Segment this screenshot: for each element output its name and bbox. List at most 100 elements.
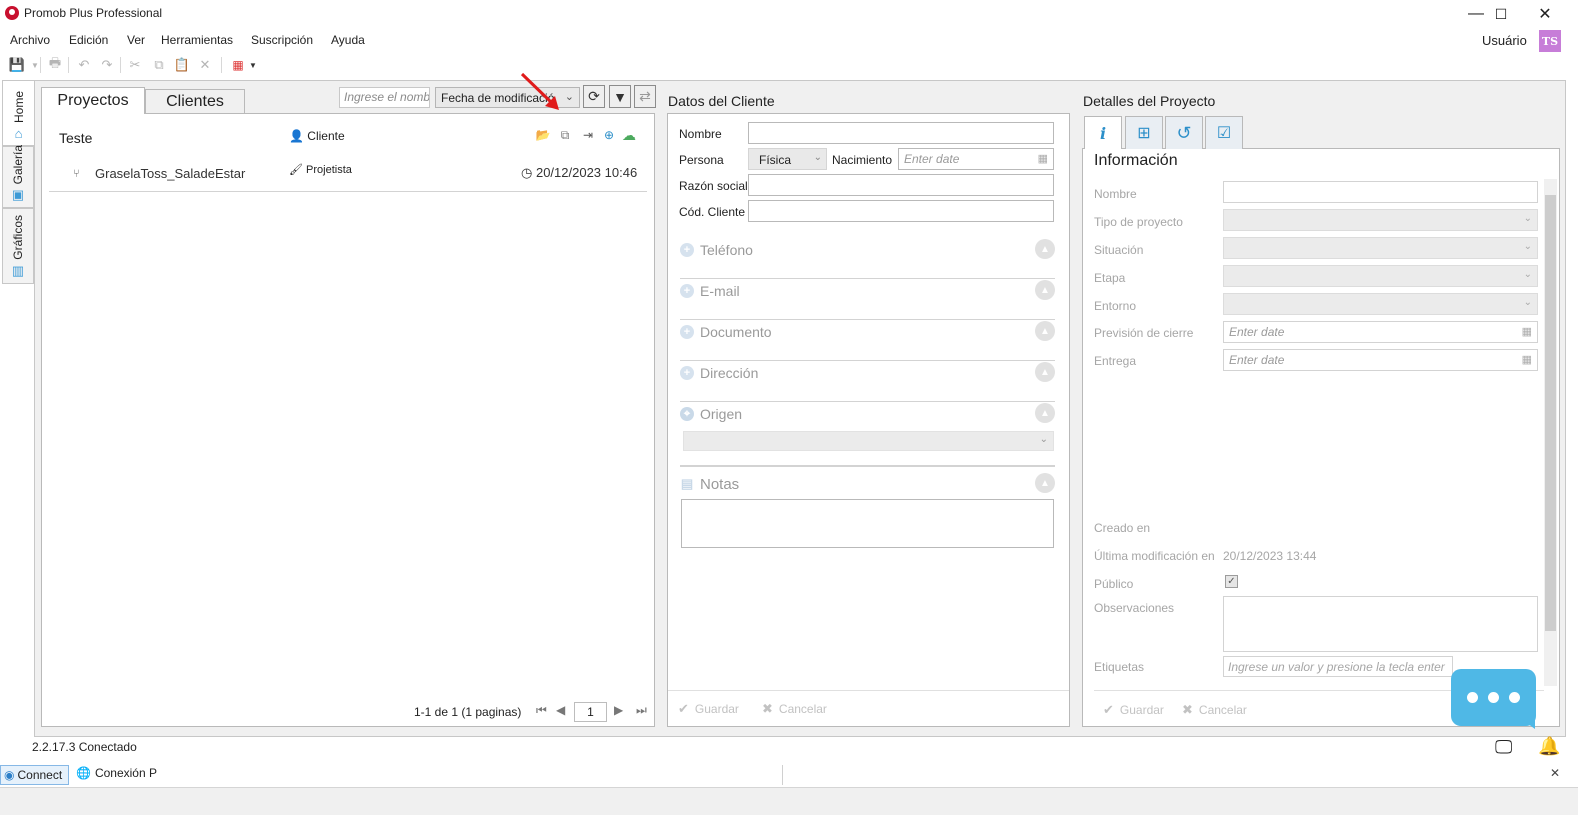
menu-edicion[interactable]: Edición bbox=[69, 33, 108, 47]
section-email[interactable]: + E-mail ▲ bbox=[680, 280, 1055, 320]
bottom-tab-bar bbox=[0, 763, 1578, 785]
section-telefono[interactable]: + Teléfono ▲ bbox=[680, 239, 1055, 279]
close-window-button[interactable]: ✕ bbox=[1522, 0, 1568, 28]
menu-suscripcion[interactable]: Suscripción bbox=[251, 33, 313, 47]
app-logo-icon bbox=[5, 6, 19, 20]
paste-icon[interactable]: 📋 bbox=[173, 56, 191, 74]
check-icon: ✔ bbox=[678, 701, 689, 716]
modified-value: 20/12/2023 13:44 bbox=[1223, 549, 1317, 563]
monitor-icon[interactable]: 🖵 bbox=[1495, 737, 1512, 758]
environment-select[interactable]: ⌄ bbox=[1223, 293, 1538, 315]
client-save-button[interactable]: ✔ Guardar bbox=[678, 701, 739, 717]
calendar-icon[interactable]: ▦ bbox=[1038, 152, 1048, 165]
collapse-icon[interactable]: ▲ bbox=[1035, 280, 1055, 300]
add-icon[interactable]: + bbox=[680, 243, 694, 257]
maximize-button[interactable]: ☐ bbox=[1478, 0, 1524, 28]
sidebar-tab-galeria[interactable]: Galería ▣ bbox=[2, 145, 34, 208]
swap-button[interactable]: ⇄ bbox=[634, 85, 656, 108]
print-icon[interactable]: 🖶 bbox=[46, 55, 64, 74]
origen-select[interactable]: ⌄ bbox=[683, 431, 1054, 451]
client-name-input[interactable] bbox=[748, 122, 1054, 144]
cloud-icon[interactable]: ☁ bbox=[621, 127, 637, 143]
side-tabs: Home ⌂ Galería ▣ Gráficos ▥ bbox=[0, 80, 34, 740]
tab-checklist[interactable]: ☑ bbox=[1205, 116, 1243, 149]
section-notas-title: Notas bbox=[700, 476, 740, 493]
export-icon[interactable]: ⇥ bbox=[580, 127, 596, 143]
menu-herramientas[interactable]: Herramientas bbox=[161, 33, 233, 47]
tags-input[interactable]: Ingrese un valor y presione la tecla ent… bbox=[1223, 656, 1453, 677]
add-icon[interactable]: + bbox=[680, 366, 694, 380]
delivery-input[interactable]: Enter date ▦ bbox=[1223, 349, 1538, 371]
open-folder-icon[interactable]: 📂 bbox=[535, 127, 551, 143]
section-documento[interactable]: + Documento ▲ bbox=[680, 321, 1055, 361]
status-select[interactable]: ⌄ bbox=[1223, 237, 1538, 259]
tab-info[interactable]: i bbox=[1084, 116, 1122, 149]
collapse-icon[interactable]: ▲ bbox=[1035, 321, 1055, 341]
subproject-name[interactable]: GraselaToss_SaladeEstar bbox=[95, 166, 245, 181]
prev-page-icon[interactable]: ◀ bbox=[556, 703, 565, 717]
duplicate-icon[interactable]: ⧉ bbox=[557, 127, 573, 143]
delete-icon[interactable]: ✕ bbox=[196, 56, 214, 74]
menu-ayuda[interactable]: Ayuda bbox=[331, 33, 365, 47]
project-type-select[interactable]: ⌄ bbox=[1223, 209, 1538, 231]
palette-dropdown-icon[interactable]: ▼ bbox=[244, 56, 262, 74]
calendar-icon[interactable]: ▦ bbox=[1522, 325, 1532, 338]
details-save-button[interactable]: ✔ Guardar bbox=[1103, 702, 1164, 718]
tab-structure[interactable]: ⊞ bbox=[1125, 116, 1163, 149]
calendar-icon[interactable]: ▦ bbox=[1522, 353, 1532, 366]
collapse-icon[interactable]: ▲ bbox=[1035, 362, 1055, 382]
copy-icon[interactable]: ⧉ bbox=[150, 56, 168, 74]
menu-ver[interactable]: Ver bbox=[127, 33, 145, 47]
cut-icon[interactable]: ✂ bbox=[126, 56, 144, 74]
last-page-icon[interactable]: ⏭ bbox=[636, 703, 647, 718]
detail-name-input[interactable] bbox=[1223, 181, 1538, 203]
save-dropdown-icon[interactable]: ▼ bbox=[26, 56, 44, 74]
page-number-input[interactable]: 1 bbox=[574, 702, 607, 722]
redo-icon[interactable]: ↷ bbox=[98, 56, 116, 74]
collapse-icon[interactable]: ▲ bbox=[1035, 473, 1055, 493]
tab-history[interactable]: ↺ bbox=[1165, 116, 1203, 149]
user-avatar[interactable]: TS bbox=[1539, 30, 1561, 52]
tab-proyectos[interactable]: Proyectos bbox=[41, 87, 145, 114]
collapse-icon[interactable]: ▲ bbox=[1035, 403, 1055, 423]
bottom-close-icon[interactable]: ✕ bbox=[1550, 766, 1560, 780]
filter-button[interactable]: ▼ bbox=[609, 85, 631, 108]
next-page-icon[interactable]: ▶ bbox=[614, 703, 623, 717]
conexion-tab[interactable]: 🌐 Conexión P bbox=[76, 766, 157, 780]
add-subproject-icon[interactable]: ⊕ bbox=[601, 127, 617, 143]
add-icon[interactable]: + bbox=[680, 284, 694, 298]
razon-social-input[interactable] bbox=[748, 174, 1054, 196]
add-icon[interactable]: + bbox=[680, 325, 694, 339]
close-forecast-input[interactable]: Enter date ▦ bbox=[1223, 321, 1538, 343]
sidebar-tab-graficos[interactable]: Gráficos ▥ bbox=[2, 208, 34, 284]
project-search-input[interactable]: Ingrese el nombr bbox=[339, 87, 430, 108]
refresh-button[interactable]: ⟳ bbox=[583, 85, 605, 108]
details-panel-title: Detalles del Proyecto bbox=[1083, 93, 1216, 109]
details-scrollbar-thumb[interactable] bbox=[1545, 195, 1556, 631]
details-cancel-button[interactable]: ✖ Cancelar bbox=[1182, 702, 1247, 718]
client-code-input[interactable] bbox=[748, 200, 1054, 222]
persona-select[interactable]: Física ⌄ bbox=[748, 148, 827, 170]
filter-icon: ▼ bbox=[613, 88, 627, 105]
notes-input[interactable] bbox=[1223, 596, 1538, 652]
section-notas[interactable]: ▤ Notas ▲ bbox=[680, 473, 1055, 493]
notes-textarea[interactable] bbox=[681, 499, 1054, 548]
undo-icon[interactable]: ↶ bbox=[75, 56, 93, 74]
public-checkbox[interactable]: ✓ bbox=[1225, 575, 1238, 588]
collapse-icon[interactable]: ▲ bbox=[1035, 239, 1055, 259]
save-icon[interactable]: 💾 bbox=[8, 56, 26, 74]
bell-icon[interactable]: 🔔 bbox=[1538, 736, 1560, 757]
sidebar-tab-home[interactable]: Home ⌂ bbox=[2, 80, 34, 146]
stage-select[interactable]: ⌄ bbox=[1223, 265, 1538, 287]
tab-clientes[interactable]: Clientes bbox=[145, 89, 245, 114]
menu-archivo[interactable]: Archivo bbox=[10, 33, 50, 47]
toolbar: 💾 ▼ 🖶 ↶ ↷ ✂ ⧉ 📋 ✕ ▦ ▼ bbox=[0, 54, 1578, 76]
user-label[interactable]: Usuário bbox=[1482, 33, 1527, 48]
project-name[interactable]: Teste bbox=[59, 130, 92, 146]
section-direccion[interactable]: + Dirección ▲ bbox=[680, 362, 1055, 402]
rss-icon: ◉ bbox=[4, 768, 15, 782]
first-page-icon[interactable]: ⏮ bbox=[536, 703, 547, 718]
client-cancel-button[interactable]: ✖ Cancelar bbox=[762, 701, 827, 717]
connect-tab[interactable]: ◉ Connect bbox=[0, 765, 69, 785]
birth-date-input[interactable]: Enter date ▦ bbox=[898, 148, 1054, 170]
